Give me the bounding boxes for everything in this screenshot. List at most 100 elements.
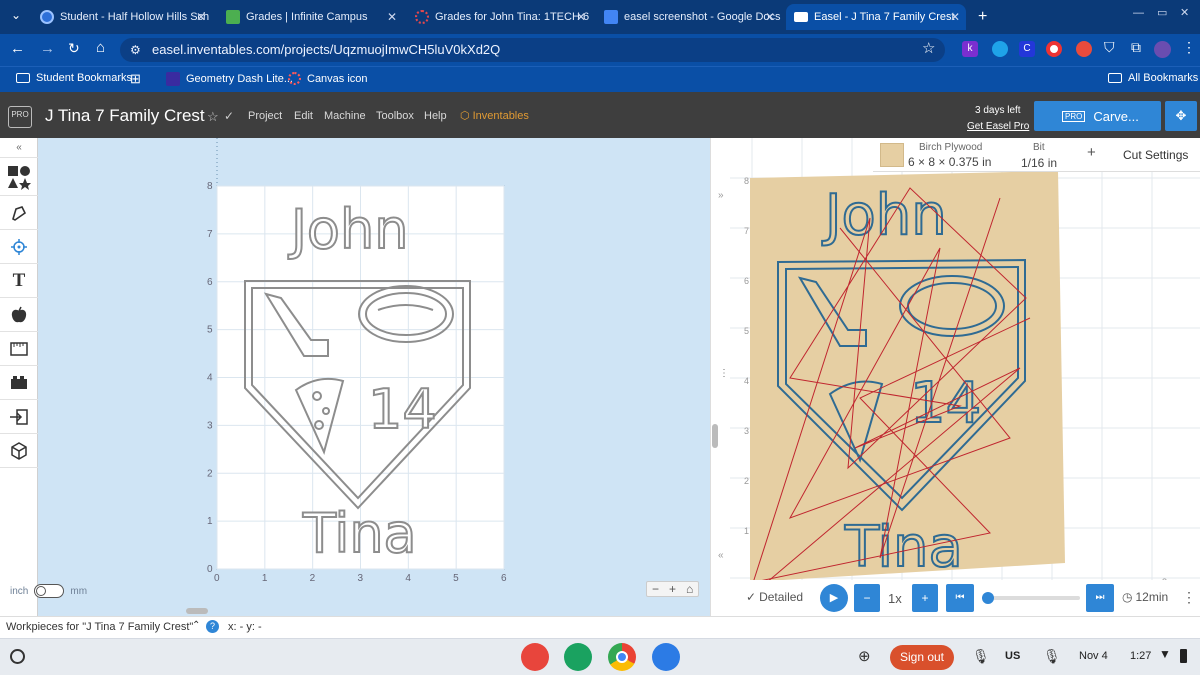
design-canvas[interactable]: 0 1 2 3 4 5 6 8 7 6 5 4 3 2 1 0 John 14 Tina inch mm −… (10, 138, 710, 616)
carve-button[interactable]: PRO Carve... (1034, 101, 1161, 131)
design-number[interactable]: 14 (367, 377, 438, 442)
material-name[interactable]: Birch Plywood (919, 142, 982, 153)
inventables-link[interactable]: ⬡ Inventables (460, 109, 529, 123)
speed-up-button[interactable]: + (912, 584, 938, 612)
tab-student[interactable]: Student - Half Hollow Hills Sch ✕ (32, 4, 212, 30)
units-toggle[interactable]: inch mm (10, 584, 87, 598)
extension-ball-icon[interactable] (1076, 41, 1092, 57)
minimize-icon[interactable]: — (1133, 7, 1144, 19)
sign-out-button[interactable]: Sign out (890, 645, 954, 670)
close-icon[interactable]: ✕ (196, 10, 206, 24)
site-settings-icon[interactable]: ⚙ (130, 38, 141, 62)
unit-mm[interactable]: mm (70, 586, 87, 597)
design-top-text[interactable]: John (287, 197, 409, 262)
get-pro-link[interactable]: Get Easel Pro (967, 121, 1029, 132)
more-options-icon[interactable]: ⋮ (1182, 589, 1196, 606)
import-tool[interactable] (0, 400, 38, 434)
tab-canvas-grades[interactable]: Grades for John Tina: 1TECH 6 ✕ (407, 4, 592, 30)
speed-down-button[interactable]: − (854, 584, 880, 612)
microphone-icon[interactable]: 🎙︎ (972, 648, 990, 665)
home-view-icon[interactable]: ⌂ (681, 582, 698, 596)
menu-project[interactable]: Project (248, 110, 282, 122)
design-grid[interactable]: 0 1 2 3 4 5 6 8 7 6 5 4 3 2 1 0 John 14 Tina (38, 138, 710, 616)
add-material-button[interactable]: + (1087, 144, 1096, 161)
all-bookmarks[interactable]: All Bookmarks (1108, 72, 1198, 84)
close-icon[interactable]: ✕ (950, 10, 960, 24)
fast-forward-button[interactable]: ⏭ (1086, 584, 1114, 612)
icons-tool[interactable] (0, 298, 38, 332)
vertical-scrollbar[interactable] (712, 424, 718, 448)
unit-inch[interactable]: inch (10, 586, 28, 597)
favorite-star-icon[interactable]: ☆ (207, 109, 219, 125)
toggle-switch[interactable] (34, 584, 65, 598)
url-field[interactable]: ⚙ easel.inventables.com/projects/Uqzmuoj… (120, 38, 945, 62)
horizontal-scrollbar[interactable] (186, 608, 208, 614)
bookmark-canvas[interactable]: Canvas icon (288, 72, 368, 85)
menu-edit[interactable]: Edit (294, 110, 313, 122)
material-swatch[interactable] (880, 143, 904, 167)
help-icon[interactable]: ? (206, 620, 219, 633)
menu-toolbox[interactable]: Toolbox (376, 110, 414, 122)
apps-grid-icon[interactable]: ⊞ (130, 71, 141, 87)
collapse-toolbar-icon[interactable]: « (0, 138, 38, 158)
chevron-up-icon[interactable]: ⌃ (192, 620, 200, 631)
profile-avatar[interactable] (1154, 41, 1171, 58)
date-label[interactable]: Nov 4 (1079, 650, 1108, 662)
3d-tool[interactable] (0, 434, 38, 468)
close-icon[interactable]: ✕ (387, 10, 397, 24)
pro-logo[interactable]: PRO (8, 106, 32, 128)
bookmark-geometry-dash[interactable]: Geometry Dash Lite... (166, 72, 293, 86)
menu-help[interactable]: Help (424, 110, 447, 122)
apps-tool[interactable] (0, 366, 38, 400)
shapes-tool[interactable] (0, 158, 38, 196)
extension-s-icon[interactable] (992, 41, 1008, 57)
browser-menu-icon[interactable]: ⋮ (1182, 39, 1196, 56)
maximize-icon[interactable]: ▭ (1157, 6, 1167, 19)
material-dims[interactable]: 6 × 8 × 0.375 in (908, 155, 991, 169)
close-window-icon[interactable]: ✕ (1180, 6, 1189, 19)
app-classroom-icon[interactable] (564, 643, 592, 671)
expand-right-icon[interactable]: » (718, 190, 724, 201)
keyboard-layout[interactable]: US (1005, 650, 1020, 662)
launcher-icon[interactable] (10, 649, 25, 664)
play-button[interactable]: ▶ (820, 584, 848, 612)
workpieces-label[interactable]: Workpieces for "J Tina 7 Family Crest" (6, 621, 193, 633)
bookmark-student[interactable]: Student Bookmarks (16, 72, 132, 84)
forward-icon[interactable]: → (40, 40, 55, 57)
cut-settings-button[interactable]: Cut Settings (1123, 148, 1188, 162)
app-art-icon[interactable] (521, 643, 549, 671)
extension-c-icon[interactable]: C (1019, 41, 1035, 57)
new-tab-button[interactable]: + (978, 8, 987, 26)
close-icon[interactable]: ✕ (576, 10, 586, 24)
text-tool[interactable]: T (0, 264, 38, 298)
dictation-icon[interactable]: 🎙︎ (1043, 648, 1061, 665)
clock-label[interactable]: 1:27 (1130, 650, 1151, 662)
progress-knob[interactable] (981, 592, 994, 604)
home-icon[interactable]: ⌂ (96, 39, 105, 56)
design-bottom-text[interactable]: Tina (301, 501, 418, 566)
screenshot-icon[interactable]: ⊕ (858, 647, 871, 665)
detailed-toggle[interactable]: ✓ Detailed (746, 590, 803, 604)
extension-shield-icon[interactable]: ⛉ (1104, 39, 1115, 56)
reload-icon[interactable]: ↻ (68, 40, 80, 57)
tab-grades[interactable]: Grades | Infinite Campus ✕ (218, 4, 403, 30)
bit-value[interactable]: 1/16 in (1021, 156, 1057, 170)
menu-machine[interactable]: Machine (324, 110, 366, 122)
expand-left-icon[interactable]: « (718, 550, 724, 561)
pen-tool[interactable] (0, 196, 38, 230)
fullscreen-button[interactable]: ✥ (1165, 101, 1197, 131)
tab-docs[interactable]: easel screenshot - Google Docs ✕ (596, 4, 781, 30)
ruler-tool[interactable] (0, 332, 38, 366)
extension-record-icon[interactable] (1046, 41, 1062, 57)
tab-search-icon[interactable]: ⌄ (8, 8, 24, 24)
rewind-button[interactable]: ⏮ (946, 584, 974, 612)
close-icon[interactable]: ✕ (765, 10, 775, 24)
chrome-icon[interactable] (608, 643, 636, 671)
extensions-icon[interactable]: ⧉ (1131, 39, 1141, 56)
tab-easel[interactable]: Easel - J Tina 7 Family Crest ✕ (786, 4, 966, 30)
extension-k-icon[interactable]: k (962, 41, 978, 57)
target-tool[interactable] (0, 230, 38, 264)
camera-icon[interactable] (652, 643, 680, 671)
drag-handle[interactable]: ⋮ (719, 368, 729, 379)
project-title[interactable]: J Tina 7 Family Crest (45, 106, 205, 126)
